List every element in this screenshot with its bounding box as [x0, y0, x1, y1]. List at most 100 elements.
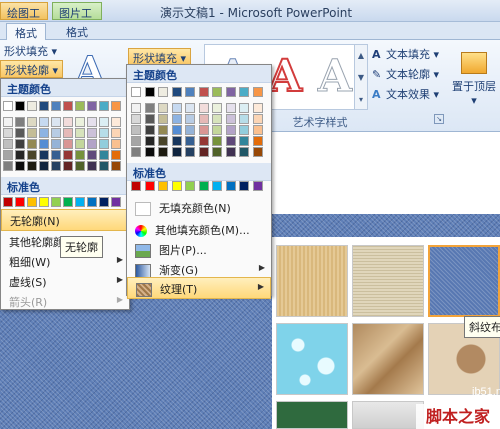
- color-swatch[interactable]: [111, 150, 121, 160]
- color-swatch[interactable]: [27, 128, 37, 138]
- color-swatch[interactable]: [87, 117, 97, 127]
- color-swatch[interactable]: [225, 147, 236, 157]
- color-swatch[interactable]: [15, 197, 25, 207]
- color-swatch[interactable]: [144, 87, 155, 97]
- color-swatch[interactable]: [75, 128, 85, 138]
- color-swatch[interactable]: [75, 117, 85, 127]
- color-swatch[interactable]: [63, 197, 73, 207]
- color-swatch[interactable]: [225, 181, 236, 191]
- color-swatch[interactable]: [212, 147, 222, 157]
- texture-canvas[interactable]: [352, 245, 424, 317]
- color-swatch[interactable]: [239, 147, 249, 157]
- color-swatch[interactable]: [239, 103, 249, 113]
- color-swatch[interactable]: [15, 139, 25, 149]
- texture-denim[interactable]: [428, 245, 500, 317]
- color-swatch[interactable]: [111, 128, 121, 138]
- shape-outline-button[interactable]: 形状轮廓 ▾: [0, 60, 64, 78]
- color-swatch[interactable]: [212, 114, 222, 124]
- color-swatch[interactable]: [212, 125, 222, 135]
- color-swatch[interactable]: [239, 87, 249, 97]
- tab-format-picture[interactable]: 格式: [58, 23, 96, 40]
- color-swatch[interactable]: [212, 136, 222, 146]
- color-swatch[interactable]: [39, 197, 49, 207]
- color-swatch[interactable]: [144, 125, 155, 135]
- color-swatch[interactable]: [111, 139, 121, 149]
- color-swatch[interactable]: [15, 101, 25, 111]
- color-swatch[interactable]: [39, 128, 49, 138]
- color-swatch[interactable]: [111, 101, 121, 111]
- color-swatch[interactable]: [27, 101, 37, 111]
- text-outline-button[interactable]: ✎ 文本轮廓 ▾: [372, 66, 439, 84]
- color-swatch[interactable]: [51, 150, 61, 160]
- color-swatch[interactable]: [198, 136, 209, 146]
- texture-paper-bag[interactable]: [352, 323, 424, 395]
- color-swatch[interactable]: [225, 103, 236, 113]
- color-swatch[interactable]: [111, 117, 121, 127]
- color-swatch[interactable]: [171, 114, 182, 124]
- color-swatch[interactable]: [75, 139, 85, 149]
- color-swatch[interactable]: [99, 197, 109, 207]
- color-swatch[interactable]: [3, 128, 13, 138]
- shape-fill-button-left[interactable]: 形状填充 ▾: [0, 42, 61, 60]
- color-swatch[interactable]: [131, 114, 141, 124]
- color-swatch[interactable]: [87, 128, 97, 138]
- color-swatch[interactable]: [131, 87, 141, 97]
- color-swatch[interactable]: [158, 147, 168, 157]
- color-swatch[interactable]: [131, 136, 141, 146]
- menu-item-more-fill-colors[interactable]: 其他填充颜色(M)...: [127, 219, 271, 241]
- color-swatch[interactable]: [63, 101, 73, 111]
- color-swatch[interactable]: [87, 197, 97, 207]
- dialog-launcher-icon[interactable]: ↘: [434, 114, 444, 124]
- color-swatch[interactable]: [144, 147, 155, 157]
- menu-item-texture[interactable]: 纹理(T) ▶: [127, 277, 271, 299]
- color-swatch[interactable]: [144, 136, 155, 146]
- color-swatch[interactable]: [15, 150, 25, 160]
- color-swatch[interactable]: [225, 87, 236, 97]
- color-swatch[interactable]: [252, 103, 263, 113]
- color-swatch[interactable]: [39, 139, 49, 149]
- text-fill-button[interactable]: A 文本填充 ▾: [372, 46, 439, 64]
- color-swatch[interactable]: [144, 103, 155, 113]
- menu-item-no-outline[interactable]: 无轮廓(N): [1, 209, 129, 231]
- color-swatch[interactable]: [185, 87, 195, 97]
- color-swatch[interactable]: [198, 87, 209, 97]
- color-swatch[interactable]: [3, 117, 13, 127]
- color-swatch[interactable]: [198, 181, 209, 191]
- color-swatch[interactable]: [27, 117, 37, 127]
- color-swatch[interactable]: [225, 136, 236, 146]
- bring-to-front-button[interactable]: 置于顶层 ▾: [448, 50, 500, 110]
- color-swatch[interactable]: [63, 117, 73, 127]
- color-swatch[interactable]: [252, 125, 263, 135]
- color-swatch[interactable]: [39, 101, 49, 111]
- color-swatch[interactable]: [252, 147, 263, 157]
- color-swatch[interactable]: [131, 125, 141, 135]
- menu-item-dashes[interactable]: 虚线(S) ▶: [1, 271, 129, 293]
- color-swatch[interactable]: [75, 197, 85, 207]
- color-swatch[interactable]: [185, 181, 195, 191]
- scroll-up-icon[interactable]: ▲: [355, 45, 367, 67]
- color-swatch[interactable]: [15, 117, 25, 127]
- color-swatch[interactable]: [131, 147, 141, 157]
- color-swatch[interactable]: [27, 150, 37, 160]
- tab-format-drawing[interactable]: 格式: [6, 23, 46, 40]
- context-tab-drawing-tools[interactable]: 绘图工具: [0, 2, 48, 36]
- color-swatch[interactable]: [239, 181, 249, 191]
- color-swatch[interactable]: [15, 128, 25, 138]
- color-swatch[interactable]: [198, 114, 209, 124]
- color-swatch[interactable]: [171, 181, 182, 191]
- color-swatch[interactable]: [63, 128, 73, 138]
- text-effects-button[interactable]: A 文本效果 ▾: [372, 86, 439, 104]
- color-swatch[interactable]: [158, 125, 168, 135]
- color-swatch[interactable]: [212, 87, 222, 97]
- color-swatch[interactable]: [171, 136, 182, 146]
- color-swatch[interactable]: [158, 103, 168, 113]
- color-swatch[interactable]: [239, 114, 249, 124]
- color-swatch[interactable]: [63, 161, 73, 171]
- color-swatch[interactable]: [99, 150, 109, 160]
- color-swatch[interactable]: [3, 150, 13, 160]
- color-swatch[interactable]: [99, 139, 109, 149]
- color-swatch[interactable]: [171, 87, 182, 97]
- color-swatch[interactable]: [252, 181, 263, 191]
- color-swatch[interactable]: [158, 114, 168, 124]
- color-swatch[interactable]: [87, 150, 97, 160]
